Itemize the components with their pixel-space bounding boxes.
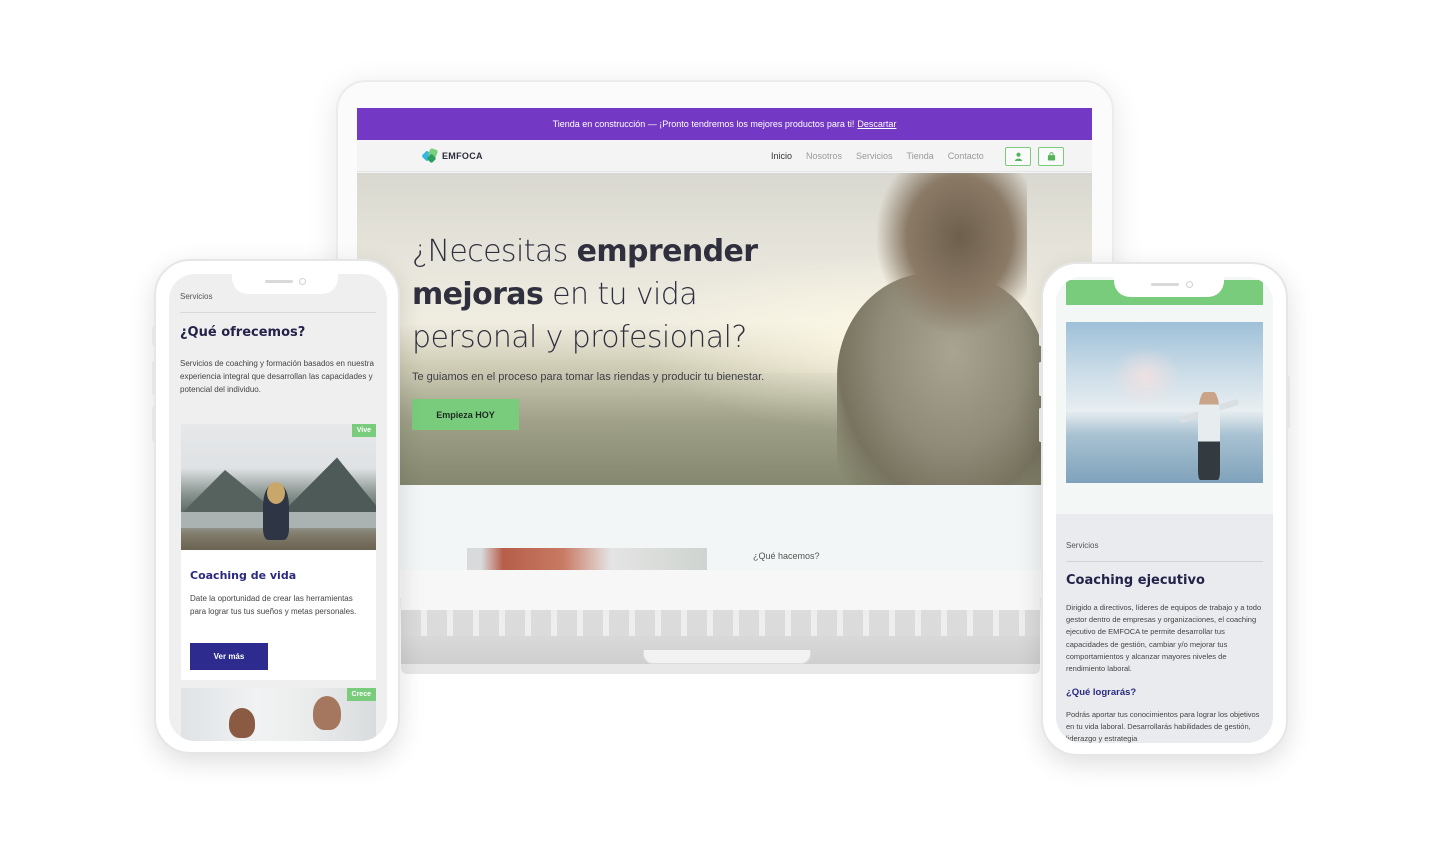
hero-subtitle: Te guiamos en el proceso para tomar las … xyxy=(412,371,765,383)
hero-title: ¿Necesitas emprender mejoras en tu vida … xyxy=(412,234,758,355)
coaching-description: Dirigido a directivos, líderes de equipo… xyxy=(1066,603,1262,674)
promo-bar: Tienda en construcción — ¡Pronto tendrem… xyxy=(357,108,1092,140)
phone-right-screen: Ver cursos Servicios Coaching ejecutivo … xyxy=(1056,277,1273,743)
user-icon xyxy=(1014,152,1022,161)
services-kicker: Servicios xyxy=(1066,541,1099,550)
service-card-coaching-de-vida: Vive Coaching de vida Date la oportunida… xyxy=(181,424,376,680)
divider xyxy=(1066,561,1263,562)
services-heading: ¿Qué ofrecemos? xyxy=(180,325,306,340)
navbar: EMFOCA Inicio Nosotros Servicios Tienda … xyxy=(357,140,1092,172)
card-photo-mountains xyxy=(181,424,376,550)
promo-message: Tienda en construcción — ¡Pronto tendrem… xyxy=(552,119,855,129)
coaching-photo-man-sky xyxy=(1066,322,1263,483)
nav-menu: Inicio Nosotros Servicios Tienda Contact… xyxy=(771,140,984,172)
divider xyxy=(180,312,376,313)
phone-right: Ver cursos Servicios Coaching ejecutivo … xyxy=(1039,262,1290,756)
promo-dismiss-link[interactable]: Descartar xyxy=(857,119,896,129)
nav-item-contacto[interactable]: Contacto xyxy=(948,151,984,161)
services-description: Servicios de coaching y formación basado… xyxy=(180,359,374,394)
nav-item-nosotros[interactable]: Nosotros xyxy=(806,151,842,161)
nav-item-inicio[interactable]: Inicio xyxy=(771,151,792,161)
hero-section: ¿Necesitas emprender mejoras en tu vida … xyxy=(357,173,1092,485)
laptop-keyboard-base xyxy=(401,570,1040,674)
goals-heading: ¿Qué lograrás? xyxy=(1066,687,1137,698)
nav-item-servicios[interactable]: Servicios xyxy=(856,151,893,161)
service-card-crece: Crece xyxy=(181,688,376,741)
cart-button[interactable] xyxy=(1038,147,1064,166)
shopping-bag-icon xyxy=(1047,152,1055,161)
laptop-screen: Tienda en construcción — ¡Pronto tendrem… xyxy=(357,108,1092,570)
emfoca-logo-icon xyxy=(421,147,439,164)
hero-cta-button[interactable]: Empieza HOY xyxy=(412,399,519,430)
phone-left: Servicios ¿Qué ofrecemos? Servicios de c… xyxy=(152,259,400,754)
services-kicker: Servicios xyxy=(180,292,213,301)
what-we-do-section: ¿Qué hacemos? xyxy=(357,485,1092,570)
card-tag: Crece xyxy=(346,688,376,701)
phone-left-screen: Servicios ¿Qué ofrecemos? Servicios de c… xyxy=(169,274,387,741)
section-kicker: ¿Qué hacemos? xyxy=(753,551,820,561)
nav-item-tienda[interactable]: Tienda xyxy=(907,151,934,161)
card-tag: Vive xyxy=(351,424,376,437)
logo[interactable]: EMFOCA xyxy=(421,147,483,164)
section-photo xyxy=(467,548,707,570)
coaching-heading: Coaching ejecutivo xyxy=(1066,573,1205,588)
card-text: Date la oportunidad de crear las herrami… xyxy=(190,594,357,616)
card-title[interactable]: Coaching de vida xyxy=(190,569,296,582)
ver-mas-button[interactable]: Ver más xyxy=(190,643,268,670)
goals-text: Podrás aportar tus conocimientos para lo… xyxy=(1066,710,1260,743)
brand-name: EMFOCA xyxy=(442,151,483,161)
account-button[interactable] xyxy=(1005,147,1031,166)
